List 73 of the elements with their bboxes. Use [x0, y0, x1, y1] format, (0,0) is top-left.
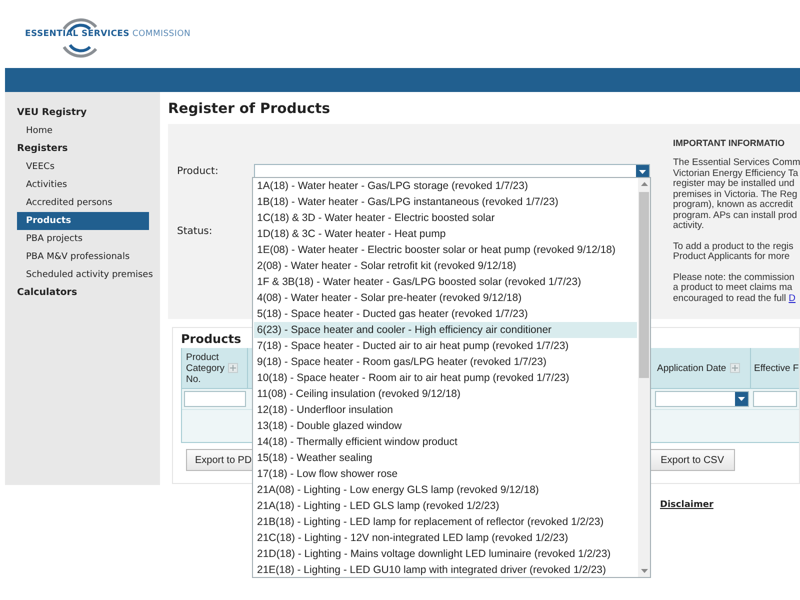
sidebar-item[interactable]: Accredited persons — [17, 194, 149, 212]
sort-icon — [730, 363, 740, 373]
sidebar-item[interactable]: Activities — [17, 176, 149, 194]
dropdown-option[interactable]: 9(18) - Space heater - Room gas/LPG heater (revoked 1/7/23) — [254, 354, 637, 370]
sidebar-item[interactable]: VEECs — [17, 158, 149, 176]
dropdown-option[interactable]: 6(23) - Space heater and cooler - High efficiency air conditioner — [254, 322, 637, 338]
info-text: To add a product to the regis — [673, 240, 794, 252]
sidebar-heading[interactable]: Registers — [17, 140, 149, 158]
info-text: Product Applicants for more — [673, 251, 790, 262]
sidebar-item[interactable]: PBA projects — [17, 230, 149, 248]
info-text: program. APs can install prod — [673, 210, 798, 220]
dropdown-option[interactable]: 21B(18) - Lighting - LED lamp for replacement of reflector (revoked 1/2/23) — [254, 514, 637, 530]
filter-field[interactable] — [184, 391, 246, 407]
dropdown-option[interactable]: 21A(08) - Lighting - Low energy GLS lamp (revoked 9/12/18) — [254, 482, 637, 498]
logo-text: ESSENTIAL SERVICES COMMISSION — [25, 29, 191, 39]
dropdown-option[interactable]: 1B(18) - Water heater - Gas/LPG instantaneous (revoked 1/7/23) — [254, 194, 637, 210]
dropdown-option[interactable]: 10(18) - Space heater - Room air to air heat pump (revoked 1/7/23) — [254, 370, 637, 386]
scrollbar-thumb[interactable] — [639, 192, 649, 378]
column-header[interactable]: Effective F — [751, 348, 799, 388]
dropdown-option[interactable]: 21E(18) - Lighting - LED GU10 lamp with integrated driver (revoked 1/2/23) — [254, 562, 637, 578]
field-label: Product: — [177, 166, 220, 177]
info-text: Victorian Energy Efficiency Ta — [673, 168, 798, 178]
dropdown-option[interactable]: 21A(18) - Lighting - LED GLS lamp (revoked 1/2/23) — [254, 498, 637, 514]
filter-dropdown[interactable] — [655, 391, 749, 407]
dropdown-option[interactable]: 21C(18) - Lighting - 12V non-integrated LED lamp (revoked 1/2/23) — [254, 530, 637, 546]
dropdown-option[interactable]: 4(08) - Water heater - Solar pre-heater (revoked 9/12/18) — [254, 290, 637, 306]
up-arrow-icon — [640, 182, 648, 186]
section-heading: Products — [181, 332, 242, 348]
dropdown-option[interactable]: 1A(18) - Water heater - Gas/LPG storage (revoked 1/7/23) — [254, 178, 637, 194]
info-text: program), known as accredit — [673, 199, 793, 210]
column-header[interactable]: Application Date — [653, 348, 751, 388]
dropdown-option[interactable]: 14(18) - Thermally efficient window product — [254, 434, 637, 450]
sidebar-item[interactable]: PBA M&V professionals — [17, 248, 149, 266]
caret-icon — [738, 397, 745, 401]
dropdown-button[interactable] — [735, 392, 748, 406]
dropdown-button[interactable] — [636, 165, 649, 178]
field-label: Status: — [177, 226, 214, 237]
info-text: activity. — [673, 220, 704, 231]
dropdown-option[interactable]: 1E(08) - Water heater - Electric booster solar or heat pump (revoked 9/12/18) — [254, 242, 637, 258]
dropdown-option[interactable]: 5(18) - Space heater - Ducted gas heater (revoked 1/7/23) — [254, 306, 637, 322]
info-heading: IMPORTANT INFORMATIO — [673, 138, 786, 148]
dropdown-option[interactable]: 1D(18) & 3C - Water heater - Heat pump — [254, 226, 637, 242]
info-text: The Essential Services Comm — [673, 157, 800, 168]
down-arrow-icon — [640, 569, 648, 573]
dropdown-option[interactable]: 2(08) - Water heater - Solar retrofit kit (revoked 9/12/18) — [254, 258, 637, 274]
info-text: register may be installed und — [673, 178, 794, 189]
scrollbar[interactable] — [638, 178, 650, 577]
dropdown-option[interactable]: 17(18) - Low flow shower rose — [254, 466, 637, 482]
link[interactable]: D — [788, 292, 796, 304]
sort-icon — [228, 363, 238, 373]
sidebar-item[interactable]: Products — [17, 212, 149, 230]
info-text: encouraged to read the full — [673, 292, 786, 304]
column-header[interactable]: Product Category No. — [182, 348, 248, 388]
dropdown-option[interactable]: 11(08) - Ceiling insulation (revoked 9/12/18) — [254, 386, 637, 402]
dropdown-option[interactable]: 7(18) - Space heater - Ducted air to air heat pump (revoked 1/7/23) — [254, 338, 637, 354]
info-text: Please note: the commission — [673, 272, 794, 282]
info-text: premises in Victoria. The Reg — [673, 188, 798, 200]
filter-field[interactable] — [753, 391, 797, 407]
dropdown-option[interactable]: 1F & 3B(18) - Water heater - Gas/LPG boosted solar (revoked 1/7/23) — [254, 274, 637, 290]
dropdown-option[interactable]: 1C(18) & 3D - Water heater - Electric boosted solar — [254, 210, 637, 226]
info-text: a product to meet claims ma — [673, 282, 792, 293]
export-button[interactable]: Export to PD — [186, 449, 255, 471]
caret-icon — [639, 170, 646, 174]
sidebar-item[interactable]: Home — [17, 122, 149, 140]
dropdown-option[interactable]: 13(18) - Double glazed window — [254, 418, 637, 434]
dropdown-option[interactable]: 21D(18) - Lighting - Mains voltage downlight LED luminaire (revoked 1/2/23) — [254, 546, 637, 562]
export-button[interactable]: Export to CSV — [650, 449, 735, 471]
page-title: Register of Products — [168, 100, 332, 119]
dropdown-option[interactable]: 15(18) - Weather sealing — [254, 450, 637, 466]
sidebar-heading[interactable]: VEU Registry — [17, 104, 149, 122]
dropdown-option[interactable]: 12(18) - Underfloor insulation — [254, 402, 637, 418]
disclaimer-link[interactable]: Disclaimer — [660, 500, 714, 510]
sidebar-heading[interactable]: Calculators — [17, 284, 149, 302]
